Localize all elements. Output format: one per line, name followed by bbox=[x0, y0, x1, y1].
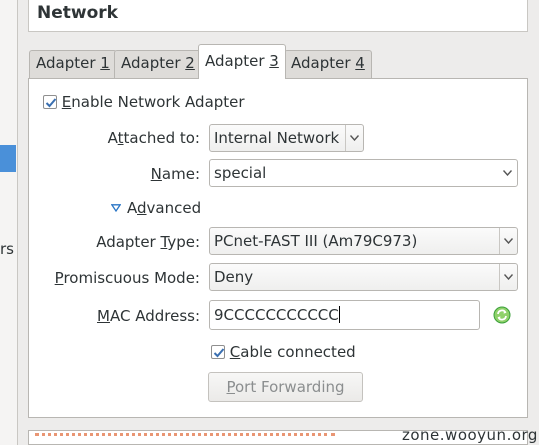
chevron-down-icon bbox=[504, 274, 513, 280]
enable-adapter-checkbox[interactable]: Enable Network Adapter bbox=[43, 93, 245, 111]
promiscuous-mode-dropdown-button[interactable] bbox=[499, 264, 517, 290]
adapter-type-select[interactable]: PCnet-FAST III (Am79C973) bbox=[209, 227, 518, 255]
checkmark-icon bbox=[45, 98, 57, 108]
sidebar-text-fragment: rs bbox=[0, 240, 14, 258]
enable-adapter-mnemonic: E bbox=[61, 93, 72, 111]
name-combo[interactable]: special bbox=[209, 159, 518, 187]
watermark: zone.wooyun.org bbox=[402, 426, 538, 444]
chevron-down-icon bbox=[503, 170, 512, 176]
tab-label: Adapter bbox=[291, 54, 356, 72]
section-title: Network bbox=[37, 3, 118, 23]
tab-mnemonic: 2 bbox=[185, 54, 195, 72]
tab-adapter-1[interactable]: Adapter 1 bbox=[29, 50, 117, 78]
mac-address-label: MAC Address: bbox=[97, 307, 200, 325]
name-dropdown-button[interactable] bbox=[499, 160, 517, 186]
adapter-type-value: PCnet-FAST III (Am79C973) bbox=[214, 232, 418, 250]
refresh-icon bbox=[493, 306, 511, 324]
tab-label: Adapter bbox=[36, 54, 101, 72]
warning-message-fragment bbox=[35, 433, 335, 441]
tab-mnemonic: 4 bbox=[355, 54, 365, 72]
tab-label: Adapter bbox=[205, 52, 270, 70]
chevron-down-icon bbox=[504, 238, 513, 244]
checkmark-icon bbox=[213, 348, 225, 358]
tab-adapter-3[interactable]: Adapter 3 bbox=[198, 44, 286, 79]
attached-to-dropdown-button[interactable] bbox=[345, 125, 363, 151]
cable-connected-checkbox[interactable]: Cable connected bbox=[211, 343, 356, 361]
tab-label: Adapter bbox=[121, 54, 186, 72]
port-forwarding-button[interactable]: Port Forwarding bbox=[208, 372, 363, 402]
checkbox-box[interactable] bbox=[43, 95, 57, 109]
name-label: Name: bbox=[150, 165, 200, 183]
cable-connected-label: able connected bbox=[240, 343, 356, 361]
attached-to-value: Internal Network bbox=[214, 129, 340, 147]
promiscuous-mode-value: Deny bbox=[214, 268, 254, 286]
promiscuous-mode-select[interactable]: Deny bbox=[209, 263, 518, 291]
mac-address-value: 9CCCCCCCCCCC bbox=[214, 306, 339, 324]
text-caret bbox=[338, 306, 340, 323]
adapter-type-label: Adapter Type: bbox=[96, 233, 200, 251]
advanced-expander[interactable]: Advanced bbox=[110, 199, 201, 217]
tab-mnemonic: 3 bbox=[269, 52, 279, 70]
expander-triangle-icon bbox=[110, 204, 122, 213]
name-value: special bbox=[214, 164, 267, 182]
tab-adapter-4[interactable]: Adapter 4 bbox=[284, 50, 372, 78]
checkbox-box[interactable] bbox=[211, 345, 225, 359]
refresh-mac-button[interactable] bbox=[493, 306, 511, 324]
adapter-type-dropdown-button[interactable] bbox=[499, 228, 517, 254]
tab-adapter-2[interactable]: Adapter 2 bbox=[114, 50, 202, 78]
enable-adapter-label: nable Network Adapter bbox=[71, 93, 245, 111]
mac-address-input[interactable]: 9CCCCCCCCCCC bbox=[209, 300, 480, 330]
chevron-down-icon bbox=[350, 135, 359, 141]
cable-connected-mnemonic: C bbox=[229, 343, 241, 361]
left-sidebar-strip bbox=[0, 0, 18, 445]
sidebar-selected-item[interactable] bbox=[0, 145, 16, 172]
attached-to-label: Attached to: bbox=[107, 129, 200, 147]
section-header: Network bbox=[28, 0, 528, 32]
adapter-settings-panel: Enable Network Adapter Attached to: Inte… bbox=[28, 78, 528, 418]
attached-to-select[interactable]: Internal Network bbox=[209, 124, 364, 152]
tab-mnemonic: 1 bbox=[100, 54, 110, 72]
promiscuous-mode-label: Promiscuous Mode: bbox=[54, 269, 200, 287]
